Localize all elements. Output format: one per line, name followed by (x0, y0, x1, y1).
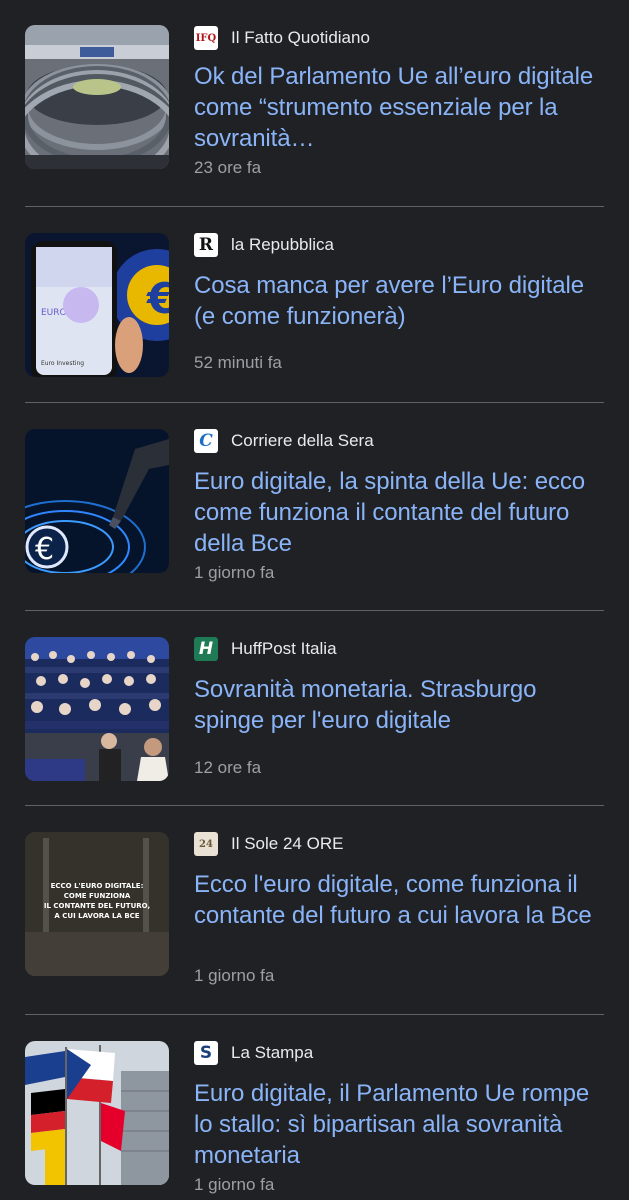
source-name: Il Fatto Quotidiano (231, 28, 370, 47)
phone-screen-caption: Euro Investing (41, 360, 84, 367)
corriere-logo-icon: C (194, 429, 218, 453)
news-card[interactable]: ECCO L'EURO DIGITALE: COME FUNZIONA IL C… (0, 806, 629, 1014)
news-card[interactable]: € C Corriere della Sera Euro digitale, l… (0, 403, 629, 610)
news-card[interactable]: IFQ Il Fatto Quotidiano Ok del Parlament… (0, 0, 629, 207)
article-time: 1 giorno fa (194, 1175, 275, 1194)
article-thumbnail[interactable]: € (25, 429, 169, 573)
article-time: 12 ore fa (194, 758, 262, 777)
article-headline[interactable]: Ok del Parlamento Ue all’euro digitale c… (194, 61, 599, 154)
news-card[interactable]: H HuffPost Italia Sovranità monetaria. S… (0, 611, 629, 806)
ecb-building-video-image: ECCO L'EURO DIGITALE: COME FUNZIONA IL C… (25, 832, 169, 976)
article-headline[interactable]: Ecco l'euro digitale, come funziona il c… (194, 869, 599, 931)
source-name: la Repubblica (231, 235, 335, 254)
article-thumbnail[interactable]: ECCO L'EURO DIGITALE: COME FUNZIONA IL C… (25, 832, 169, 976)
news-card[interactable]: S La Stampa Euro digitale, il Parlamento… (0, 1015, 629, 1200)
video-caption-line: COME FUNZIONA (64, 892, 131, 900)
source-name: HuffPost Italia (231, 639, 337, 658)
euro-symbol: € (35, 532, 54, 567)
article-source: S La Stampa (194, 1040, 313, 1066)
video-caption-line: A CUI LAVORA LA BCE (54, 912, 139, 920)
video-caption-line: ECCO L'EURO DIGITALE: (51, 882, 144, 890)
article-time: 23 ore fa (194, 158, 262, 177)
article-thumbnail[interactable]: € EURO Euro Investing (25, 233, 169, 377)
video-caption-line: IL CONTANTE DEL FUTURO, (44, 902, 150, 910)
article-thumbnail[interactable] (25, 25, 169, 169)
article-time: 1 giorno fa (194, 563, 275, 582)
article-headline[interactable]: Sovranità monetaria. Strasburgo spinge p… (194, 674, 599, 736)
article-time: 1 giorno fa (194, 966, 275, 985)
news-card[interactable]: € EURO Euro Investing R la Repubblica Co… (0, 207, 629, 403)
article-source: H HuffPost Italia (194, 636, 337, 662)
eu-flags-image (25, 1041, 169, 1185)
article-headline[interactable]: Euro digitale, la spinta della Ue: ecco … (194, 466, 599, 559)
article-source: 24 Il Sole 24 ORE (194, 831, 343, 857)
phone-screen-text: EURO (41, 308, 67, 318)
article-thumbnail[interactable] (25, 1041, 169, 1185)
parliament-session-image (25, 637, 169, 781)
svg-text:€: € (146, 274, 169, 323)
parliament-hemicycle-image (25, 25, 169, 169)
article-time: 52 minuti fa (194, 353, 282, 372)
repubblica-logo-icon: R (194, 233, 218, 257)
fatto-quotidiano-logo-icon: IFQ (194, 26, 218, 50)
article-headline[interactable]: Euro digitale, il Parlamento Ue rompe lo… (194, 1078, 599, 1171)
source-name: Il Sole 24 ORE (231, 834, 344, 853)
article-source: IFQ Il Fatto Quotidiano (194, 25, 370, 51)
article-source: R la Repubblica (194, 232, 334, 258)
source-name: Corriere della Sera (231, 431, 374, 450)
source-name: La Stampa (231, 1043, 314, 1062)
article-source: C Corriere della Sera (194, 428, 374, 454)
sole-24-ore-logo-icon: 24 (194, 832, 218, 856)
article-thumbnail[interactable] (25, 637, 169, 781)
huffpost-logo-icon: H (194, 637, 218, 661)
la-stampa-logo-icon: S (194, 1041, 218, 1065)
article-headline[interactable]: Cosa manca per avere l’Euro digitale (e … (194, 270, 599, 332)
digital-euro-hand-image: € (25, 429, 169, 573)
phone-euro-app-image: € EURO Euro Investing (25, 233, 169, 377)
